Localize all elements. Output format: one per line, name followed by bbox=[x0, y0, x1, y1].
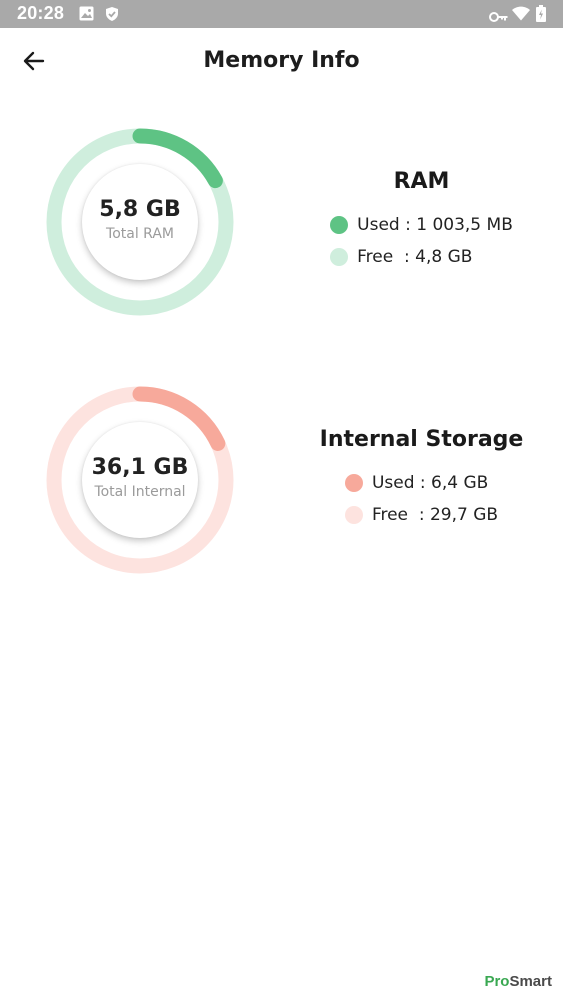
ram-ring: 5,8 GB Total RAM bbox=[40, 122, 240, 322]
ram-free-label: Free : bbox=[357, 247, 416, 267]
battery-icon bbox=[536, 5, 546, 26]
ram-free-dot bbox=[330, 248, 349, 266]
storage-used-label: Used : bbox=[371, 473, 432, 493]
ram-legend: Used : 1 003,5 MB Free : 4,8 GB bbox=[280, 209, 563, 273]
prosmart-watermark: ProSmart bbox=[484, 973, 552, 990]
ram-used-value: 1 003,5 MB bbox=[416, 215, 513, 235]
status-bar: 20:28 bbox=[0, 0, 563, 28]
storage-center-disc bbox=[82, 422, 198, 538]
ram-free-value: 4,8 GB bbox=[415, 247, 473, 267]
storage-free-label: Free : bbox=[371, 505, 430, 525]
ram-title: RAM bbox=[393, 169, 450, 194]
ram-used-row: Used : 1 003,5 MB bbox=[330, 209, 513, 241]
ram-free-row: Free : 4,8 GB bbox=[330, 241, 513, 273]
storage-free-row: Free : 29,7 GB bbox=[344, 499, 499, 531]
ram-used-dot bbox=[330, 216, 349, 234]
app-bar: Memory Info bbox=[0, 28, 563, 98]
storage-title: Internal Storage bbox=[319, 427, 524, 452]
storage-used-value: 6,4 GB bbox=[431, 473, 489, 493]
ram-used-label: Used : bbox=[357, 215, 417, 235]
storage-total-label: Total Internal bbox=[94, 484, 186, 500]
ram-total-label: Total RAM bbox=[106, 226, 174, 242]
page-title: Memory Info bbox=[203, 48, 360, 73]
storage-used-row: Used : 6,4 GB bbox=[344, 467, 498, 499]
storage-used-dot bbox=[344, 474, 363, 492]
image-notification-icon bbox=[79, 6, 94, 25]
storage-card: 36,1 GB Total Internal Internal Storage … bbox=[0, 380, 563, 580]
status-time: 20:28 bbox=[17, 3, 65, 23]
ram-info: RAM Used : 1 003,5 MB Free : 4,8 GB bbox=[280, 169, 563, 267]
ram-card: 5,8 GB Total RAM RAM Used : 1 003,5 MB F… bbox=[0, 122, 563, 322]
storage-info: Internal Storage Used : 6,4 GB Free : 29… bbox=[280, 427, 563, 525]
ram-total-value: 5,8 GB bbox=[99, 197, 181, 222]
storage-free-dot bbox=[344, 506, 363, 524]
storage-free-value: 29,7 GB bbox=[429, 505, 499, 525]
storage-ring: 36,1 GB Total Internal bbox=[40, 380, 240, 580]
storage-legend: Used : 6,4 GB Free : 29,7 GB bbox=[280, 467, 563, 531]
vpn-key-icon bbox=[489, 8, 509, 27]
storage-total-value: 36,1 GB bbox=[91, 455, 189, 480]
wifi-icon bbox=[512, 6, 530, 25]
ram-center-disc bbox=[82, 164, 198, 280]
shield-icon bbox=[104, 6, 120, 26]
